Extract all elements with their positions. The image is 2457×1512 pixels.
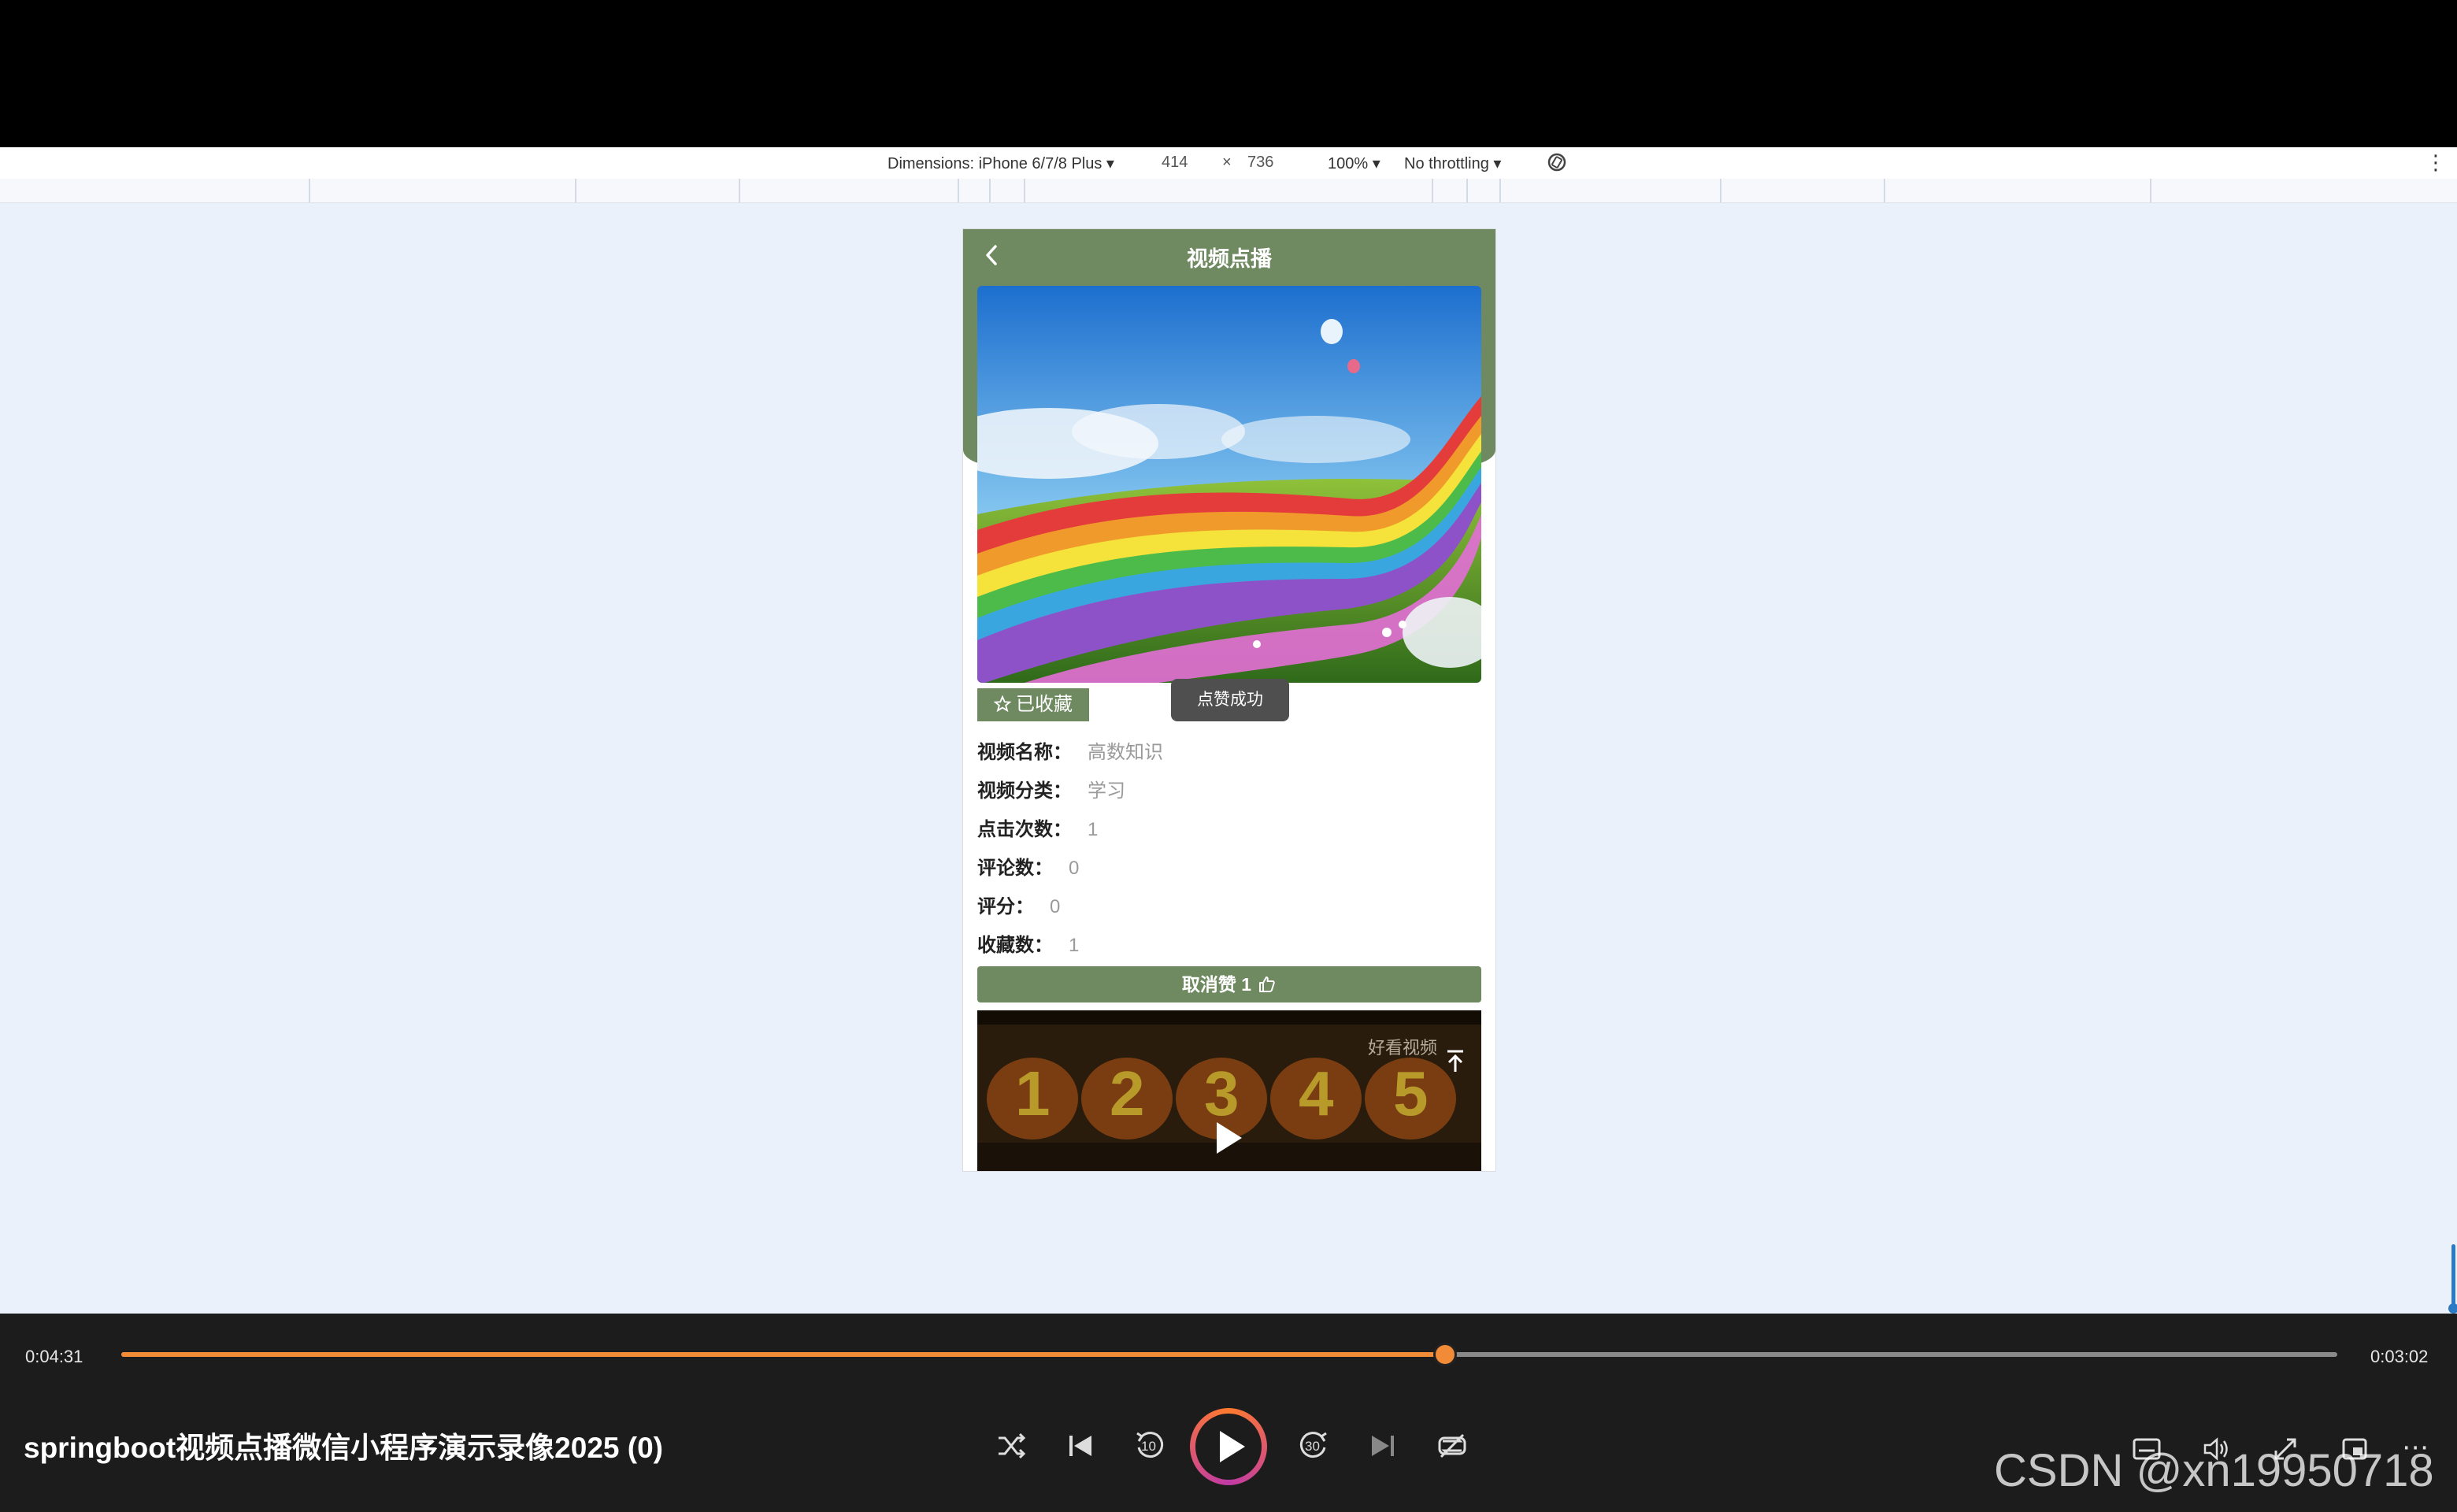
field-value: 1: [1069, 935, 1080, 956]
media-query-ruler: [0, 179, 2457, 203]
throttling-dropdown[interactable]: No throttling ▾: [1404, 154, 1501, 173]
video-watermark: 好看视频: [1368, 1038, 1438, 1058]
dimensions-dropdown[interactable]: Dimensions: iPhone 6/7/8 Plus ▾: [888, 154, 1114, 173]
rotate-icon[interactable]: [1545, 150, 1569, 174]
thumbs-up-icon: [1259, 976, 1275, 992]
play-button[interactable]: [1190, 1408, 1267, 1485]
devtools-device-toolbar: Dimensions: iPhone 6/7/8 Plus ▾ 414 × 73…: [0, 147, 2457, 180]
skip-back-seconds: 10: [1141, 1439, 1156, 1454]
video-player[interactable]: 1 2 3 4 5 好看视频: [977, 1010, 1481, 1171]
times-sign: ×: [1222, 154, 1232, 171]
next-icon[interactable]: [1366, 1429, 1400, 1463]
field-value: 学习: [1088, 780, 1125, 802]
favorite-button[interactable]: 已收藏: [977, 688, 1089, 721]
field-label: 视频名称：: [977, 742, 1072, 763]
page-title: 视频点播: [1187, 247, 1272, 271]
video-number: 4: [1299, 1058, 1334, 1128]
field-label: 收藏数：: [977, 935, 1053, 956]
seek-bar[interactable]: [121, 1343, 2337, 1366]
shuffle-icon[interactable]: [994, 1429, 1028, 1463]
seek-handle[interactable]: [1433, 1343, 1458, 1366]
video-number: 3: [1204, 1058, 1240, 1128]
field-video-name: 视频名称： 高数知识: [977, 736, 1163, 764]
field-comment-count: 评论数： 0: [977, 852, 1079, 880]
seek-bar-progress: [121, 1352, 1446, 1357]
height-input[interactable]: 736: [1247, 154, 1273, 172]
field-value: 0: [1050, 896, 1061, 917]
unlike-label: 取消赞 1: [1181, 974, 1252, 995]
csdn-watermark: CSDN @xn19950718: [1994, 1445, 2434, 1496]
skip-forward-button[interactable]: 30: [1296, 1429, 1331, 1463]
elapsed-time: 0:04:31: [25, 1347, 83, 1366]
video-number: 1: [1015, 1058, 1051, 1128]
repeat-off-icon[interactable]: [1435, 1429, 1469, 1463]
field-label: 评分：: [977, 896, 1034, 917]
width-input[interactable]: 414: [1162, 154, 1188, 172]
field-label: 点击次数：: [977, 819, 1072, 840]
toast-message: 点赞成功: [1171, 679, 1289, 721]
play-icon[interactable]: [1214, 1121, 1245, 1155]
field-click-count: 点击次数： 1: [977, 813, 1098, 841]
field-value: 高数知识: [1088, 742, 1163, 763]
star-icon: [993, 695, 1012, 713]
skip-forward-seconds: 30: [1305, 1439, 1320, 1454]
unlike-button[interactable]: 取消赞 1: [977, 966, 1481, 1002]
more-options-icon[interactable]: ⋮: [2426, 150, 2446, 175]
field-value: 1: [1088, 819, 1099, 840]
field-label: 视频分类：: [977, 780, 1072, 802]
remaining-time: 0:03:02: [2370, 1347, 2429, 1366]
field-value: 0: [1069, 858, 1080, 879]
previous-icon[interactable]: [1063, 1429, 1098, 1463]
video-cover-image[interactable]: [977, 286, 1481, 683]
field-video-category: 视频分类： 学习: [977, 775, 1125, 802]
scrollbar[interactable]: [2448, 1244, 2457, 1314]
field-rating: 评分： 0: [977, 891, 1060, 918]
favorite-label: 已收藏: [1016, 694, 1073, 715]
video-number: 5: [1393, 1058, 1429, 1128]
video-number: 2: [1110, 1058, 1145, 1128]
phone-screen: 视频点播 已收藏 点赞成功 视频名称： 高数知识 视频分类： 学习 点击次数： …: [962, 228, 1496, 1172]
media-title: springboot视频点播微信小程序演示录像2025 (0): [24, 1432, 663, 1464]
play-icon: [1220, 1431, 1245, 1462]
field-label: 评论数：: [977, 858, 1053, 879]
skip-back-button[interactable]: 10: [1132, 1429, 1167, 1463]
scroll-top-icon[interactable]: [1443, 1048, 1467, 1075]
field-favorite-count: 收藏数： 1: [977, 929, 1079, 957]
zoom-dropdown[interactable]: 100% ▾: [1328, 154, 1380, 173]
